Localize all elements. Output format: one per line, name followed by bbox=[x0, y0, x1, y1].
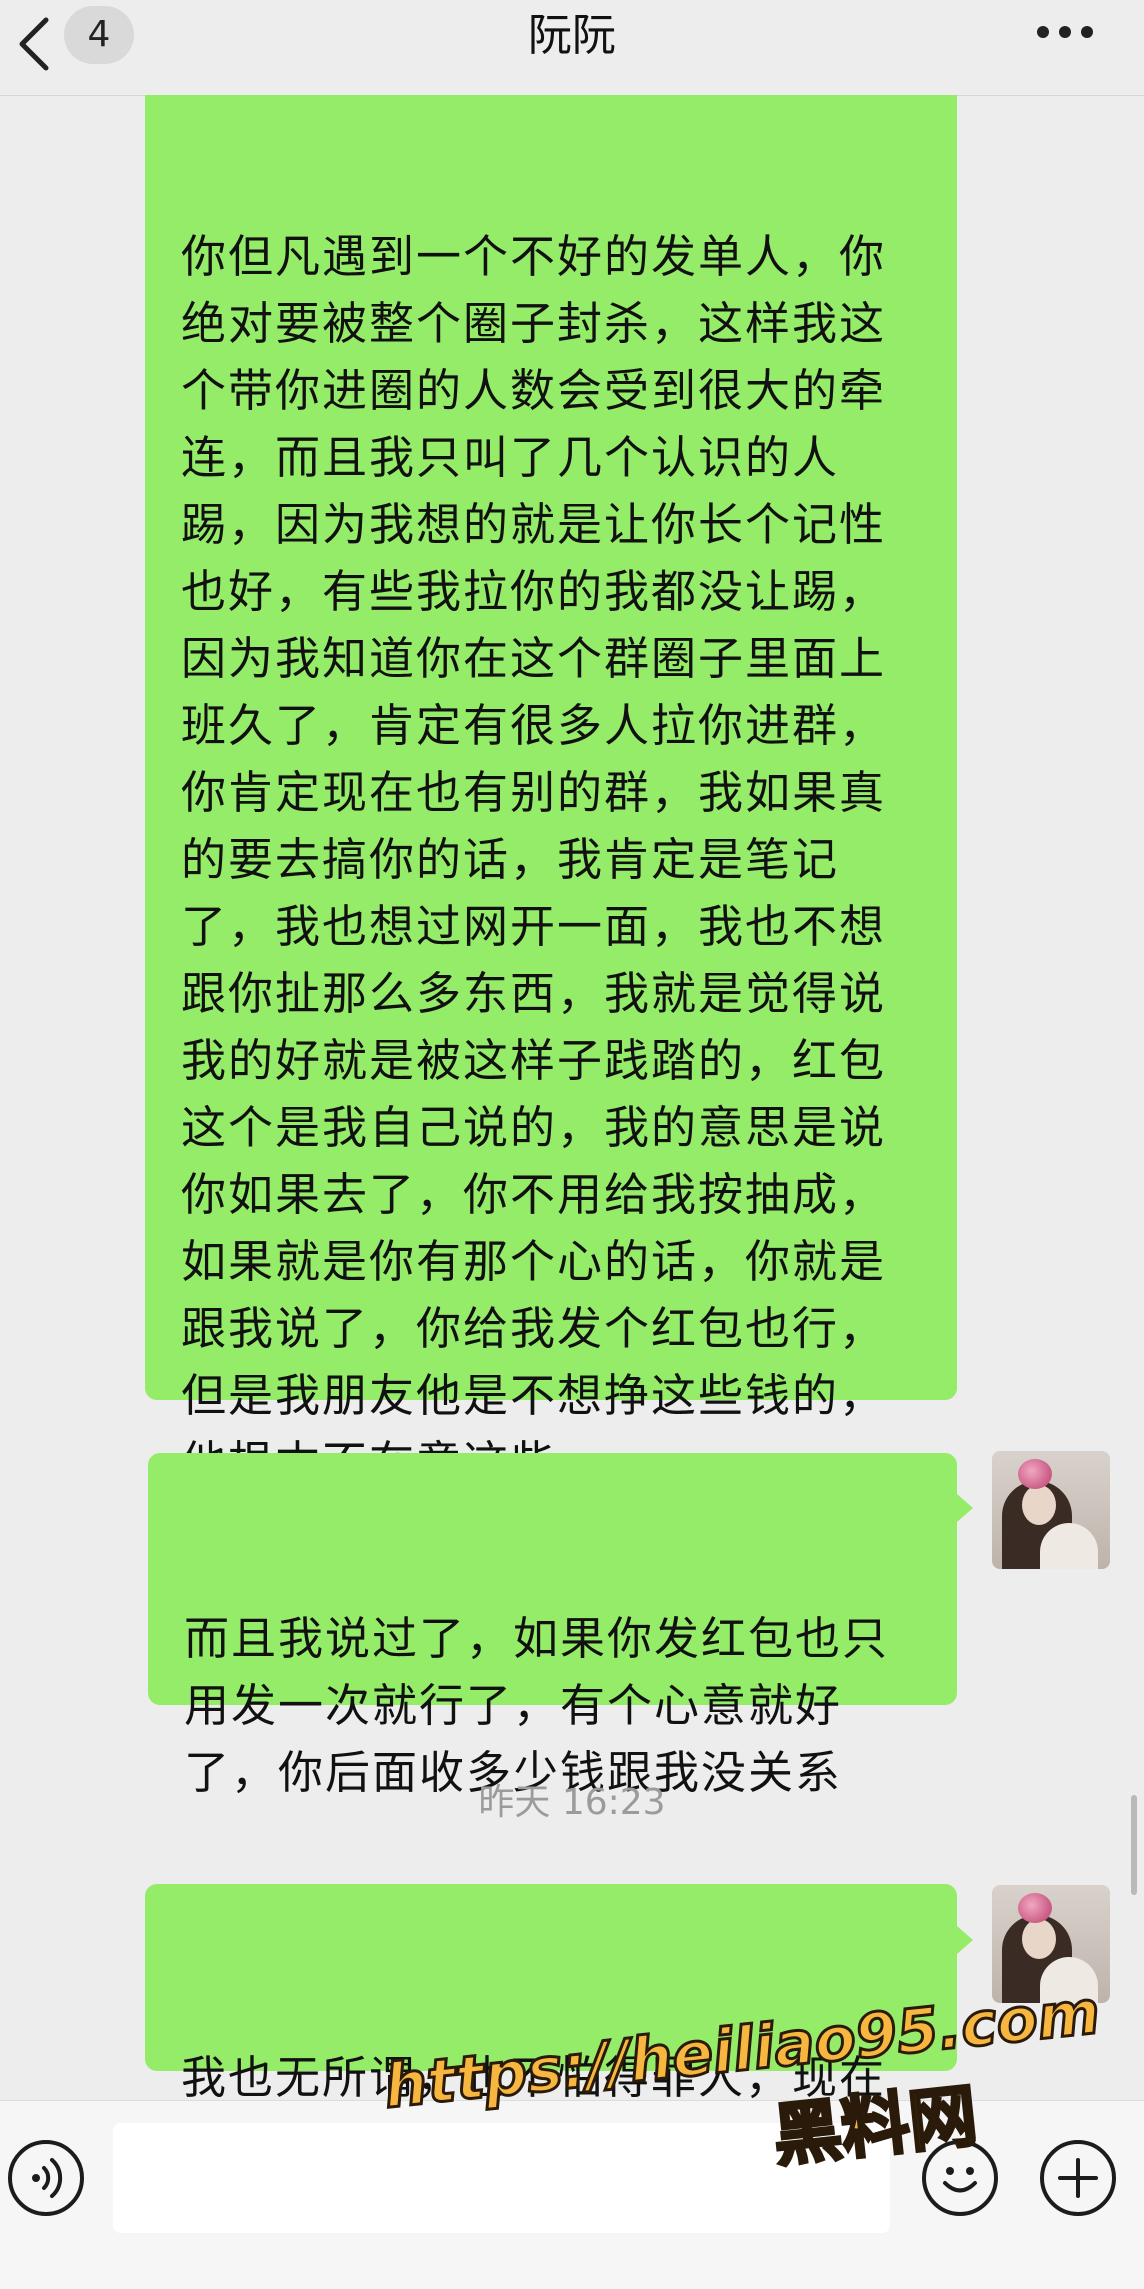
bubble-tail bbox=[957, 1494, 973, 1522]
bubble-tail bbox=[957, 1926, 973, 1954]
message-text: 你但凡遇到一个不好的发单人，你 绝对要被整个圈子封杀，这样我这 个带你进圈的人数… bbox=[181, 230, 887, 1489]
message-bubble[interactable]: 你但凡遇到一个不好的发单人，你 绝对要被整个圈子封杀，这样我这 个带你进圈的人数… bbox=[145, 95, 957, 1489]
message-bubble[interactable]: 而且我说过了，如果你发红包也只 用发一次就行了，有个心意就好 了，你后面收多少钱… bbox=[148, 1453, 957, 1799]
voice-icon[interactable] bbox=[8, 2140, 84, 2216]
chat-title: 阮阮 bbox=[528, 10, 616, 61]
chevron-left-icon[interactable] bbox=[14, 14, 54, 74]
chat-header: 4 阮阮 bbox=[0, 0, 1144, 96]
unread-count-badge[interactable]: 4 bbox=[64, 6, 134, 64]
scrollbar[interactable] bbox=[1131, 1795, 1137, 1895]
ellipsis-icon[interactable] bbox=[1035, 18, 1095, 48]
message-text: 而且我说过了，如果你发红包也只 用发一次就行了，有个心意就好 了，你后面收多少钱… bbox=[184, 1612, 890, 1799]
timestamp: 昨天 16:23 bbox=[478, 1782, 666, 1823]
avatar[interactable] bbox=[992, 1451, 1110, 1569]
